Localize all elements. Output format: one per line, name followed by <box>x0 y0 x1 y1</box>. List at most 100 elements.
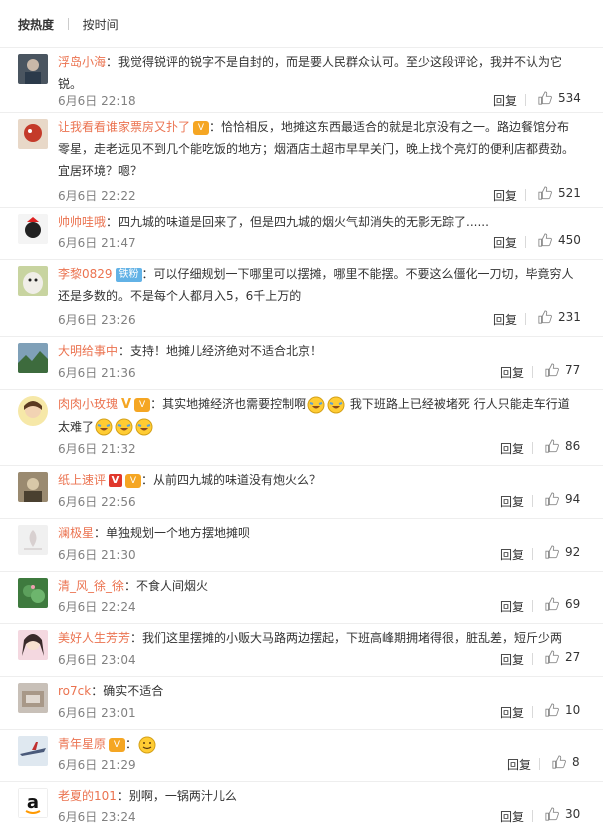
like-count: 521 <box>558 186 581 200</box>
avatar[interactable] <box>18 472 48 502</box>
like-button[interactable]: 30 <box>545 807 580 821</box>
like-count: 92 <box>565 545 581 559</box>
comment-text: ：我们这里摆摊的小贩大马路两边摆起，下班高峰期拥堵得很，脏乱差，短斤少两 <box>130 631 563 645</box>
timestamp: 6月6日 22:18 <box>58 94 136 108</box>
username[interactable]: 让我看看谁家票房又扑了 <box>58 120 190 134</box>
svg-text:a: a <box>27 792 39 813</box>
divider <box>539 758 540 770</box>
avatar[interactable] <box>18 630 48 660</box>
timestamp: 6月6日 21:47 <box>58 236 136 250</box>
like-button[interactable]: 94 <box>545 492 580 506</box>
comment-text: ： <box>125 737 138 751</box>
divider <box>532 548 533 560</box>
laugh-cry-emoji <box>115 418 133 436</box>
verified-v-icon: V <box>121 396 132 412</box>
comment-text: ：支持！地摊儿经济绝对不适合北京！ <box>118 344 323 358</box>
timestamp: 6月6日 23:26 <box>58 313 136 327</box>
like-button[interactable]: 77 <box>545 363 580 377</box>
reply-button[interactable]: 回复 <box>500 440 524 457</box>
username[interactable]: 李黎0829 <box>58 267 113 281</box>
comment-item: 纸上速评 V V ：从前四九城的味道没有炮火么？ 6月6日 22:56 回复 94 <box>0 466 603 519</box>
username[interactable]: 清_风_徐_徐 <box>58 579 124 593</box>
username[interactable]: 大明给事中 <box>58 344 118 358</box>
avatar[interactable] <box>18 119 48 149</box>
like-count: 77 <box>565 363 581 377</box>
timestamp: 6月6日 22:22 <box>58 189 136 203</box>
username[interactable]: 肉肉小玫瑰 <box>58 397 118 411</box>
avatar[interactable] <box>18 54 48 84</box>
laugh-cry-emoji <box>327 396 345 414</box>
avatar[interactable] <box>18 396 48 426</box>
divider <box>532 495 533 507</box>
comment-text: 宜居环境？嗯？ <box>58 164 143 178</box>
vip-badge-icon: V <box>134 397 151 412</box>
thumbs-up-icon <box>538 310 552 324</box>
username[interactable]: 浮岛小海 <box>58 55 106 69</box>
divider <box>532 600 533 612</box>
smile-emoji <box>138 736 156 754</box>
reply-button[interactable]: 回复 <box>493 92 517 109</box>
comment-text: 太难了 <box>58 419 95 434</box>
sort-divider <box>67 18 69 30</box>
reply-button[interactable]: 回复 <box>500 651 524 668</box>
reply-button[interactable]: 回复 <box>507 756 531 773</box>
like-button[interactable]: 86 <box>545 439 580 453</box>
reply-button[interactable]: 回复 <box>500 598 524 615</box>
like-button[interactable]: 8 <box>552 755 580 769</box>
username[interactable]: 帅帅哇哦 <box>58 215 106 229</box>
avatar[interactable] <box>18 525 48 555</box>
like-button[interactable]: 231 <box>538 310 581 324</box>
fan-badge: 铁粉 <box>115 267 142 282</box>
comment-text: ：不食人间烟火 <box>124 579 209 593</box>
timestamp: 6月6日 23:24 <box>58 810 136 824</box>
avatar[interactable] <box>18 214 48 244</box>
username[interactable]: 青年星原 <box>58 737 106 751</box>
reply-button[interactable]: 回复 <box>500 546 524 563</box>
username[interactable]: 纸上速评 <box>58 473 106 487</box>
thumbs-up-icon <box>545 363 559 377</box>
comment-text: 我下班路上已经被堵死 行人只能走车行道 <box>346 397 570 411</box>
sort-by-time[interactable]: 按时间 <box>83 16 119 33</box>
like-count: 231 <box>558 310 581 324</box>
reply-button[interactable]: 回复 <box>493 311 517 328</box>
sort-by-hot[interactable]: 按热度 <box>18 16 54 33</box>
thumbs-up-icon <box>545 597 559 611</box>
reply-button[interactable]: 回复 <box>500 808 524 825</box>
vip-badge-icon: V <box>109 737 126 752</box>
like-button[interactable]: 521 <box>538 186 581 200</box>
like-count: 86 <box>565 439 581 453</box>
like-button[interactable]: 27 <box>545 650 580 664</box>
reply-button[interactable]: 回复 <box>500 704 524 721</box>
laugh-cry-emoji <box>135 418 153 436</box>
avatar[interactable] <box>18 683 48 713</box>
reply-button[interactable]: 回复 <box>500 364 524 381</box>
username[interactable]: ro7ck <box>58 684 91 698</box>
verified-v-icon: V <box>109 474 123 487</box>
username[interactable]: 老夏的101 <box>58 789 117 803</box>
like-count: 534 <box>558 91 581 105</box>
comment-item: 肉肉小玫瑰 V V ：其实地摊经济也需要控制啊 我下班路上已经被堵死 行人只能走车行道… <box>0 390 603 466</box>
divider <box>525 94 526 106</box>
reply-button[interactable]: 回复 <box>500 493 524 510</box>
reply-button[interactable]: 回复 <box>493 187 517 204</box>
avatar[interactable] <box>18 266 48 296</box>
username[interactable]: 澜极星 <box>58 526 94 540</box>
comment-text: ：确实不适合 <box>91 684 164 698</box>
username[interactable]: 美好人生芳芳 <box>58 631 130 645</box>
avatar[interactable] <box>18 736 48 766</box>
laugh-cry-emoji <box>307 396 325 414</box>
divider <box>532 366 533 378</box>
avatar[interactable] <box>18 343 48 373</box>
like-button[interactable]: 92 <box>545 545 580 559</box>
thumbs-up-icon <box>545 650 559 664</box>
like-button[interactable]: 450 <box>538 233 581 247</box>
divider <box>532 810 533 822</box>
avatar[interactable] <box>18 578 48 608</box>
like-button[interactable]: 534 <box>538 91 581 105</box>
thumbs-up-icon <box>545 807 559 821</box>
comment-item: 青年星原 V： 6月6日 21:29 回复 8 <box>0 730 603 782</box>
avatar[interactable]: a <box>18 788 48 818</box>
reply-button[interactable]: 回复 <box>493 234 517 251</box>
like-button[interactable]: 10 <box>545 703 580 717</box>
like-button[interactable]: 69 <box>545 597 580 611</box>
